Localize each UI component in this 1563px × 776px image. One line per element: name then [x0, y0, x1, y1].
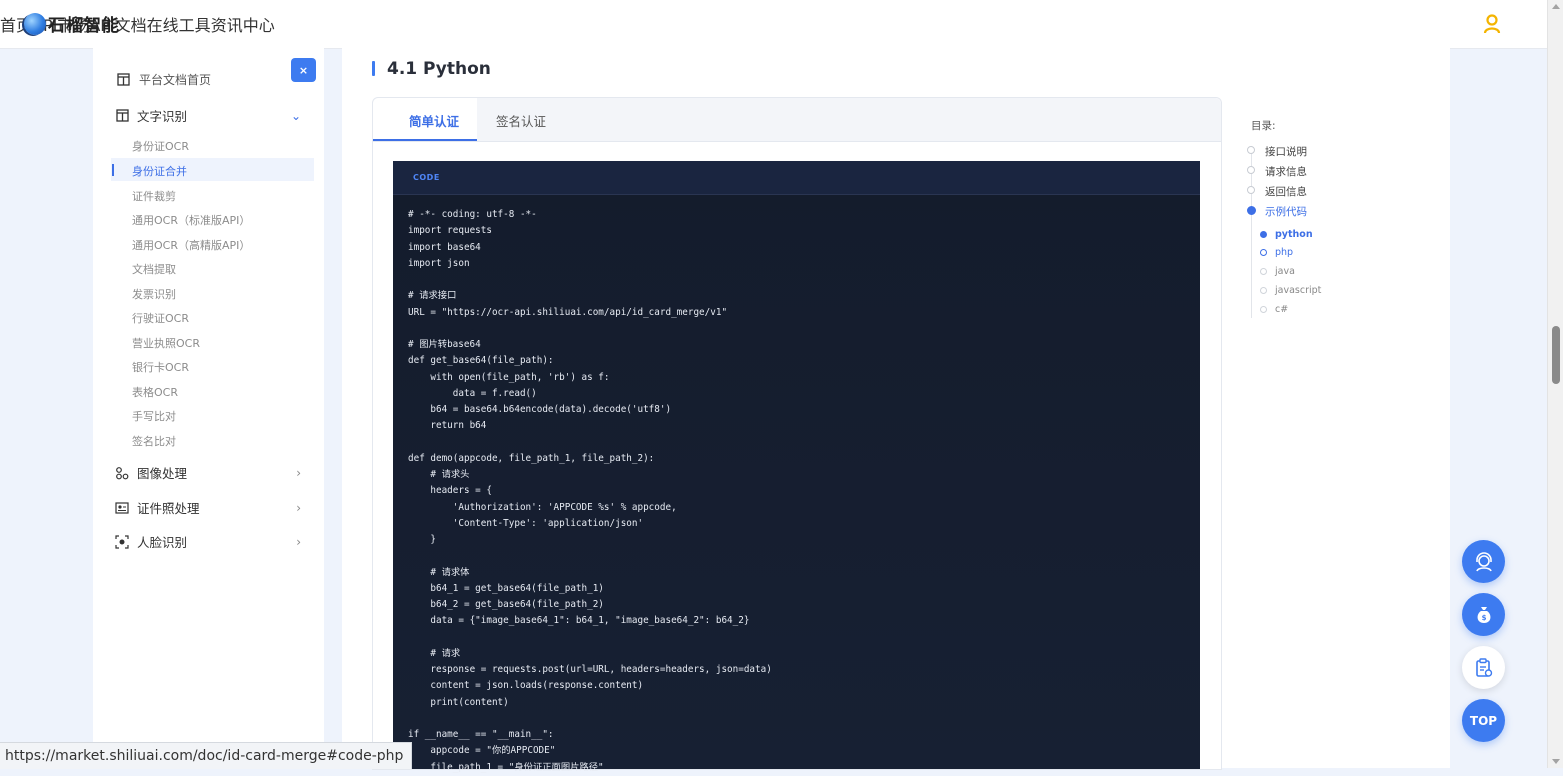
scroll-thumb[interactable]	[1552, 326, 1560, 384]
logo[interactable]: 石榴智能	[24, 11, 120, 36]
toc-dot	[1247, 166, 1255, 174]
back-to-top-button[interactable]: TOP	[1462, 699, 1505, 742]
scroll-down-icon[interactable]	[1552, 759, 1560, 764]
toc-item-api-desc[interactable]: 接口说明	[1265, 144, 1307, 159]
doc-icon	[117, 73, 130, 86]
chevron-right-icon: ›	[296, 534, 301, 549]
category-label: 图像处理	[137, 466, 188, 481]
toc-dot	[1247, 186, 1255, 194]
toc-subdot	[1260, 306, 1267, 313]
money-bag-icon: $	[1477, 606, 1490, 623]
chevron-down-icon: ⌄	[290, 108, 301, 123]
sidebar-item-general-ocr-std[interactable]: 通用OCR（标准版API）	[132, 212, 250, 228]
sidebar-item-invoice[interactable]: 发票识别	[132, 286, 176, 302]
toc-item-sample-code[interactable]: 示例代码	[1265, 204, 1307, 219]
sidebar-item-bank-card[interactable]: 银行卡OCR	[132, 359, 189, 375]
customer-service-icon	[1475, 551, 1492, 571]
image-processing-icon	[115, 466, 129, 480]
tab-bar: 简单认证 签名认证	[373, 98, 1221, 142]
user-icon[interactable]	[1483, 14, 1501, 34]
id-photo-icon	[115, 501, 129, 515]
code-content[interactable]: # -*- coding: utf-8 -*- import requests …	[408, 207, 772, 776]
scroll-up-icon[interactable]	[1552, 4, 1560, 9]
code-header: CODE	[393, 161, 1200, 195]
sidebar-item-id-crop[interactable]: 证件裁剪	[132, 188, 176, 204]
clipboard-icon	[1475, 657, 1492, 677]
toc-sub-csharp[interactable]: c#	[1275, 304, 1288, 315]
chevron-right-icon: ›	[296, 465, 301, 480]
sidebar-item-business-license[interactable]: 营业执照OCR	[132, 335, 200, 351]
toc-sub-java[interactable]: java	[1275, 266, 1295, 277]
category-label: 文字识别	[137, 109, 188, 124]
svg-text:$: $	[1481, 614, 1486, 622]
sidebar-item-signature[interactable]: 签名比对	[132, 433, 176, 449]
page-scrollbar[interactable]	[1547, 0, 1563, 768]
feedback-button[interactable]	[1462, 646, 1505, 689]
toc-subdot-active	[1260, 231, 1267, 238]
sidebar-item-table-ocr[interactable]: 表格OCR	[132, 384, 178, 400]
face-scan-icon	[115, 534, 129, 549]
section-title: 4.1 Python	[387, 59, 491, 79]
code-tabs-container: 简单认证 签名认证 CODE # -*- coding: utf-8 -*- i…	[372, 97, 1222, 773]
toc-item-request-info[interactable]: 请求信息	[1265, 164, 1307, 179]
sidebar-item-label: 平台文档首页	[139, 73, 212, 87]
close-sidebar-button[interactable]: ×	[291, 58, 316, 82]
nav-online-tools[interactable]: 在线工具	[147, 12, 211, 36]
sidebar-category-text-recognition[interactable]: 文字识别 ⌄	[115, 106, 301, 125]
tab-signature-auth[interactable]: 签名认证	[496, 111, 546, 130]
sidebar-item-idcard-ocr[interactable]: 身份证OCR	[132, 138, 189, 154]
section-accent-bar	[372, 61, 375, 76]
pricing-button[interactable]: $	[1462, 593, 1505, 636]
toc-dot-active	[1247, 206, 1256, 215]
nav-news[interactable]: 资讯中心	[211, 12, 275, 36]
active-tab-underline	[373, 139, 477, 141]
customer-service-button[interactable]	[1462, 540, 1505, 583]
top-header: 石榴智能 首页 API市场 API文档 在线工具 资讯中心	[0, 0, 1547, 49]
toc-sub-php[interactable]: php	[1275, 247, 1293, 258]
toc-sub-python[interactable]: python	[1275, 229, 1313, 240]
logo-text: 石榴智能	[48, 16, 120, 36]
sidebar-category-face-recognition[interactable]: 人脸识别 ›	[115, 532, 301, 551]
toc-item-response-info[interactable]: 返回信息	[1265, 184, 1307, 199]
code-block: CODE # -*- coding: utf-8 -*- import requ…	[393, 161, 1200, 773]
tab-simple-auth[interactable]: 简单认证	[409, 111, 459, 130]
sidebar-item-handwriting[interactable]: 手写比对	[132, 408, 176, 424]
toc-subdot	[1260, 249, 1267, 256]
sidebar-item-idcard-merge[interactable]: 身份证合并	[132, 163, 187, 179]
toc-title: 目录:	[1251, 120, 1276, 132]
sidebar-item-vehicle-license[interactable]: 行驶证OCR	[132, 310, 189, 326]
category-label: 证件照处理	[137, 501, 200, 516]
status-bar-url: https://market.shiliuai.com/doc/id-card-…	[0, 742, 413, 769]
sidebar-item-general-ocr-hq[interactable]: 通用OCR（高精版API）	[132, 237, 250, 253]
toc-subdot	[1260, 287, 1267, 294]
toc-dot	[1247, 146, 1255, 154]
toc-sub-javascript[interactable]: javascript	[1275, 285, 1321, 296]
sidebar-category-image-processing[interactable]: 图像处理 ›	[115, 463, 301, 482]
text-recognition-icon	[115, 109, 129, 123]
logo-icon	[24, 12, 46, 35]
active-item-indicator	[112, 164, 114, 176]
chevron-right-icon: ›	[296, 500, 301, 515]
code-label: CODE	[413, 173, 440, 182]
category-label: 人脸识别	[137, 535, 188, 550]
doc-sidebar: × 平台文档首页 文字识别 ⌄ 身份证OCR 身份证合并 证件裁剪 通用OCR（…	[93, 48, 324, 768]
toc-subdot	[1260, 268, 1267, 275]
sidebar-category-id-photo[interactable]: 证件照处理 ›	[115, 498, 301, 517]
sidebar-item-doc-home[interactable]: 平台文档首页	[117, 71, 211, 88]
sidebar-item-doc-extract[interactable]: 文档提取	[132, 261, 176, 277]
